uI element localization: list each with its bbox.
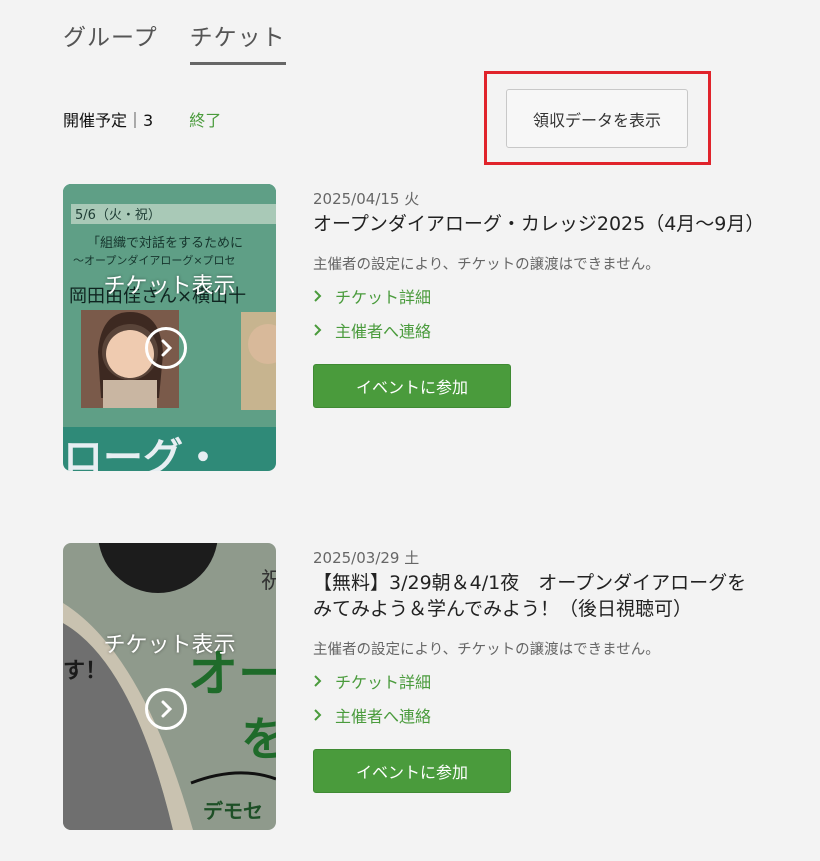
chevron-right-circle-icon <box>145 688 187 730</box>
event-date: 2025/04/15 火 <box>313 190 420 208</box>
ticket-detail-label: チケット詳細 <box>335 288 432 307</box>
event-thumbnail[interactable]: 5/6（火・祝） 「組織で対話をするために ～オープンダイアローグ×プロセ 岡田… <box>63 184 276 471</box>
transfer-note: 主催者の設定により、チケットの譲渡はできません。 <box>313 257 660 273</box>
ticket-detail-link[interactable]: チケット詳細 <box>313 284 763 308</box>
ticket-view-label: チケット表示 <box>103 274 236 299</box>
chevron-right-icon <box>313 324 327 336</box>
event-title: 【無料】3/29朝＆4/1夜 オープンダイアローグをみてみよう＆学んでみよう！（… <box>313 572 747 620</box>
contact-organizer-link[interactable]: 主催者へ連絡 <box>313 318 763 342</box>
contact-organizer-label: 主催者へ連絡 <box>335 707 432 726</box>
thumb-top-char: 祝 <box>261 569 276 594</box>
ticket-detail-link[interactable]: チケット詳細 <box>313 669 763 693</box>
chevron-right-circle-icon <box>145 327 187 369</box>
chevron-right-icon <box>313 709 327 721</box>
transfer-note: 主催者の設定により、チケットの譲渡はできません。 <box>313 642 660 658</box>
thumb-bottom-text: ローグ・ <box>63 435 223 471</box>
tab-groups[interactable]: グループ <box>63 18 158 65</box>
tab-bar: グループ チケット <box>63 18 286 65</box>
event-thumbnail[interactable]: 祝 す！ オー を デモセ チケット表示 <box>63 543 276 830</box>
contact-organizer-link[interactable]: 主催者へ連絡 <box>313 703 763 727</box>
event-thumbnail-image: 祝 す！ オー を デモセ <box>63 543 276 830</box>
thumb-line2: ～オープンダイアローグ×プロセ <box>73 253 236 267</box>
event-title: オープンダイアローグ・カレッジ2025（4月～9月） <box>313 213 765 235</box>
event-info: 2025/04/15 火 オープンダイアローグ・カレッジ2025（4月～9月） … <box>313 184 765 408</box>
ticket-view-label: チケット表示 <box>103 633 236 658</box>
ticket-detail-label: チケット詳細 <box>335 673 432 692</box>
thumb-line1: 「組織で対話をするために <box>87 235 243 251</box>
show-receipt-button[interactable]: 領収データを表示 <box>506 89 688 148</box>
chevron-right-icon <box>313 290 327 302</box>
filter-upcoming[interactable]: 開催予定｜3 <box>63 107 153 131</box>
thumb-bottom-text: デモセ <box>203 799 263 823</box>
thumb-date-banner: 5/6（火・祝） <box>75 208 161 223</box>
thumb-exclaim: す！ <box>63 659 107 684</box>
join-event-button[interactable]: イベントに参加 <box>313 749 511 793</box>
thumb-big-text-2: を <box>241 712 276 766</box>
ticket-filters: 開催予定｜3 終了 <box>63 107 221 131</box>
filter-ended[interactable]: 終了 <box>189 107 221 131</box>
join-event-button[interactable]: イベントに参加 <box>313 364 511 408</box>
chevron-right-icon <box>313 675 327 687</box>
tab-tickets[interactable]: チケット <box>189 18 286 65</box>
event-date: 2025/03/29 土 <box>313 549 420 567</box>
event-info: 2025/03/29 土 【無料】3/29朝＆4/1夜 オープンダイアローグをみ… <box>313 543 763 793</box>
contact-organizer-label: 主催者へ連絡 <box>335 322 432 341</box>
